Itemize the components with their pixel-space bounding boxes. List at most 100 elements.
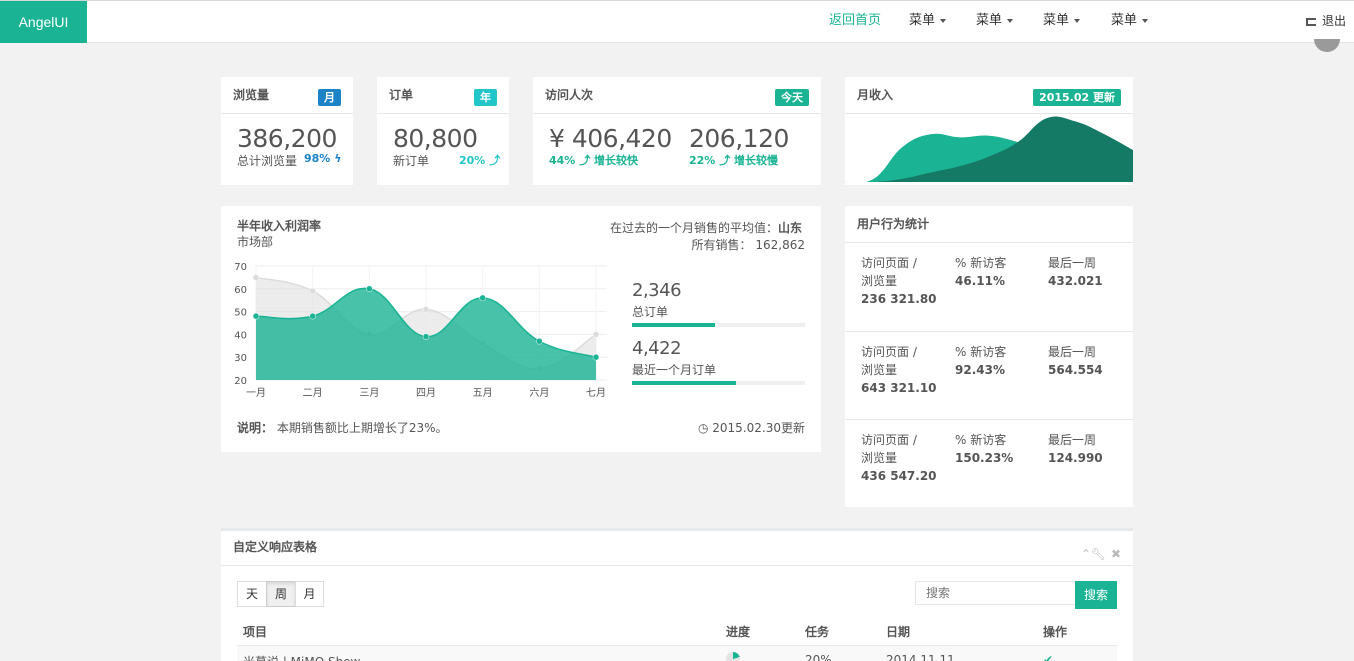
- data-point[interactable]: [309, 312, 316, 320]
- search-button[interactable]: 搜索: [1075, 581, 1117, 609]
- panel-subtitle: 市场部: [237, 235, 274, 249]
- metric-value: 564.554: [1048, 363, 1103, 377]
- column-header-date[interactable]: 日期: [886, 623, 910, 640]
- data-point[interactable]: [252, 274, 260, 281]
- metric-label: 访问页面 /: [861, 256, 917, 270]
- avg-sales-region: 山东: [777, 221, 802, 235]
- caret-down-icon: [1007, 18, 1014, 23]
- card-header: 浏览量 月: [221, 77, 353, 114]
- nav-menu-label: 菜单: [1111, 13, 1138, 28]
- search-input[interactable]: [915, 581, 1076, 605]
- responsive-table-panel: 自定义响应表格 ⌃ 🔧︎ ✖ 天 周 月 搜索 项目 进度 任务 日期 操作 米…: [221, 528, 1133, 661]
- period-badge: 今天: [775, 89, 809, 106]
- y-tick-label: 30: [234, 353, 247, 364]
- segment-month[interactable]: 月: [295, 581, 324, 607]
- all-sales-line: 所有销售： 162,862: [692, 236, 805, 253]
- new-visitors-cell: % 新访客 150.23%: [955, 431, 1013, 467]
- stat-visits-card: 访问人次 今天 ¥ 406,420 44% ⤴ 增长较快 206,120 22%…: [533, 77, 821, 185]
- kpi-month-orders-label: 最近一个月订单: [632, 363, 717, 377]
- segment-day[interactable]: 天: [237, 581, 267, 607]
- metric-label: 访问页面 /: [861, 345, 917, 359]
- data-point[interactable]: [309, 287, 316, 295]
- metric-label: % 新访客: [955, 256, 1007, 270]
- stat-value: 386,200: [237, 124, 337, 153]
- nav-menu-3[interactable]: 菜单: [1043, 1, 1081, 43]
- level-up-icon: ⤴: [579, 154, 591, 167]
- y-tick-label: 70: [234, 262, 247, 273]
- avg-sales-line: 在过去的一个月销售的平均值：山东: [610, 219, 802, 236]
- new-visitors-cell: % 新访客 46.11%: [955, 254, 1006, 290]
- x-tick-label: 七月: [586, 387, 606, 399]
- metric-value: 436 547.20: [861, 469, 937, 483]
- update-badge: 2015.02 更新: [1033, 89, 1121, 106]
- stat-growth-slow: 22% ⤴ 增长较慢: [689, 152, 778, 168]
- stat-percent-value: 44%: [549, 154, 576, 167]
- data-point[interactable]: [366, 285, 373, 293]
- stat-value: 80,800: [393, 124, 478, 153]
- pageviews-cell: 访问页面 / 浏览量 643 321.10: [861, 343, 937, 397]
- stat-growth-fast: 44% ⤴ 增长较快: [549, 152, 638, 168]
- metric-label: 最后一周: [1048, 345, 1097, 359]
- caret-down-icon: [1074, 18, 1081, 23]
- card-header: 订单 年: [377, 77, 509, 114]
- stat-label: 总计浏览量: [237, 154, 298, 168]
- column-header-task[interactable]: 任务: [805, 623, 829, 640]
- user-behavior-panel: 用户行为统计 访问页面 / 浏览量 236 321.80 % 新访客 46.11% 最…: [845, 206, 1133, 507]
- brand-logo[interactable]: AngelUI: [0, 1, 87, 43]
- nav-menu-1[interactable]: 菜单: [909, 1, 947, 43]
- column-header-project[interactable]: 项目: [243, 623, 267, 640]
- all-sales-value: 162,862: [755, 238, 805, 252]
- stat-percent-value: 98%: [304, 152, 331, 165]
- nav-menu-label: 菜单: [976, 13, 1003, 28]
- metric-value: 150.23%: [955, 451, 1014, 465]
- column-header-action[interactable]: 操作: [1043, 623, 1067, 640]
- last-week-cell: 最后一周 124.990: [1048, 431, 1103, 467]
- close-icon[interactable]: ✖: [1111, 547, 1121, 561]
- kpi-orders-progress: [632, 323, 805, 327]
- progress-fill: [632, 323, 716, 327]
- check-icon[interactable]: ✔: [1043, 653, 1053, 661]
- behavior-row: 访问页面 / 浏览量 436 547.20 % 新访客 150.23% 最后一周 124…: [845, 419, 1133, 507]
- cell-task: 20%: [805, 653, 832, 661]
- metric-label: % 新访客: [955, 433, 1007, 447]
- logout-link[interactable]: 退出: [1305, 1, 1346, 43]
- wrench-icon[interactable]: 🔧︎: [1091, 547, 1106, 561]
- column-header-progress[interactable]: 进度: [726, 623, 750, 640]
- segment-week[interactable]: 周: [266, 581, 296, 607]
- kpi-month-orders-progress: [632, 381, 805, 385]
- revenue-area-chart: 20 30 40 50 60 70 一月 二月 三月 四月 五月 六月 七月: [234, 262, 607, 399]
- nav-home-link[interactable]: 返回首页: [829, 1, 881, 43]
- update-time: ◷ 2015.02.30更新: [698, 419, 805, 436]
- x-tick-label: 二月: [303, 387, 323, 399]
- nav-menu-2[interactable]: 菜单: [976, 1, 1014, 43]
- pageviews-cell: 访问页面 / 浏览量 436 547.20: [861, 431, 937, 485]
- data-point[interactable]: [422, 333, 430, 340]
- cell-date: 2014.11.11: [886, 653, 955, 661]
- metric-value: 92.43%: [955, 363, 1005, 377]
- panel-header: 自定义响应表格 ⌃ 🔧︎ ✖: [221, 531, 1133, 566]
- stat-growth-label: 增长较慢: [734, 154, 779, 167]
- data-point[interactable]: [592, 331, 600, 338]
- data-point[interactable]: [479, 294, 486, 302]
- data-point[interactable]: [422, 306, 430, 313]
- metric-value: 236 321.80: [861, 292, 937, 306]
- note-text: 本期销售额比上期增长了23%。: [276, 421, 448, 435]
- card-header: 访问人次 今天: [533, 77, 821, 114]
- nav-menu-4[interactable]: 菜单: [1111, 1, 1149, 43]
- pageviews-cell: 访问页面 / 浏览量 236 321.80: [861, 254, 937, 308]
- cell-project: 米莫说 | MiMO Show: [243, 653, 360, 661]
- chevron-up-icon[interactable]: ⌃: [1081, 547, 1091, 561]
- caret-down-icon: [1142, 18, 1149, 23]
- last-week-cell: 最后一周 432.021: [1048, 254, 1103, 290]
- metric-label: % 新访客: [955, 345, 1007, 359]
- data-point[interactable]: [252, 312, 260, 320]
- avg-sales-label: 在过去的一个月销售的平均值：: [609, 221, 778, 235]
- metric-label: 最后一周: [1048, 256, 1097, 270]
- sign-out-icon: [1305, 17, 1316, 26]
- kpi-orders-label: 总订单: [632, 305, 669, 319]
- data-point[interactable]: [536, 337, 543, 345]
- data-point[interactable]: [592, 353, 600, 361]
- nav-menu-label: 菜单: [1043, 13, 1070, 28]
- x-tick-label: 一月: [246, 387, 266, 399]
- period-badge: 月: [318, 89, 341, 106]
